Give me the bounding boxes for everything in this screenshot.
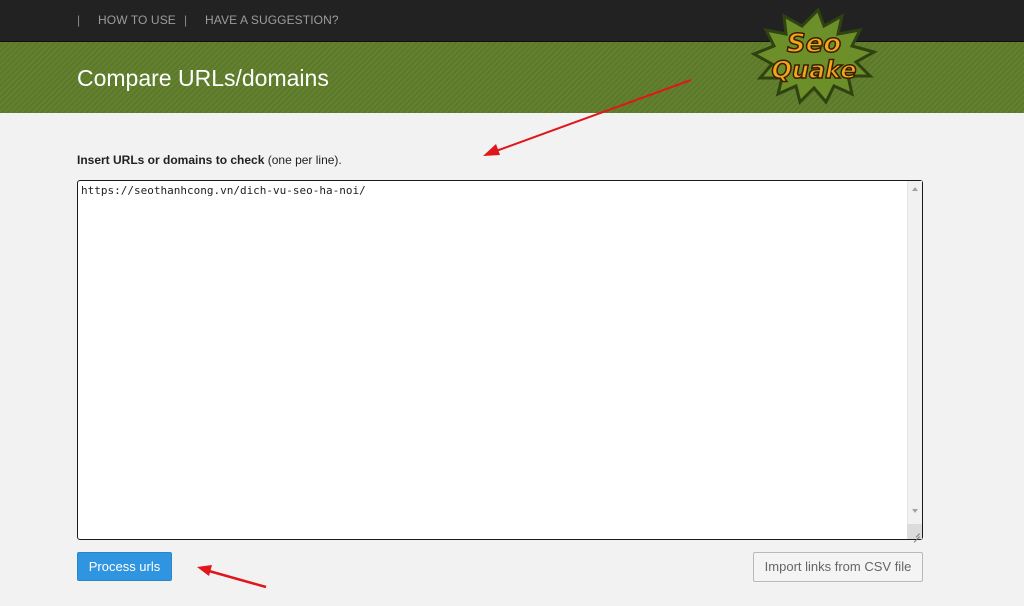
logo-text-quake: Quake [771, 56, 856, 84]
nav-separator: | [77, 13, 81, 27]
textarea-resize-handle[interactable] [907, 524, 922, 539]
page-title: Compare URLs/domains [77, 65, 329, 91]
scroll-up-arrow-icon[interactable] [912, 187, 918, 191]
nav-separator: | [184, 13, 188, 27]
logo-text-seo: Seo [787, 29, 841, 59]
instruction-label: Insert URLs or domains to check (one per… [77, 153, 342, 167]
annotation-arrow-bottom [197, 565, 267, 589]
urls-textarea[interactable]: https://seothanhcong.vn/dich-vu-seo-ha-n… [77, 180, 923, 540]
textarea-scrollbar[interactable] [907, 181, 922, 539]
instruction-bold-text: Insert URLs or domains to check [77, 153, 265, 167]
nav-link-how-to-use[interactable]: HOW TO USE [98, 13, 176, 27]
scroll-down-arrow-icon[interactable] [912, 509, 918, 513]
process-urls-button[interactable]: Process urls [77, 552, 172, 581]
instruction-hint-text: (one per line). [264, 153, 342, 167]
import-csv-button[interactable]: Import links from CSV file [753, 552, 923, 582]
nav-link-have-a-suggestion[interactable]: HAVE A SUGGESTION? [205, 13, 339, 27]
textarea-value: https://seothanhcong.vn/dich-vu-seo-ha-n… [81, 184, 366, 197]
seoquake-logo[interactable]: Seo Quake [748, 6, 878, 106]
